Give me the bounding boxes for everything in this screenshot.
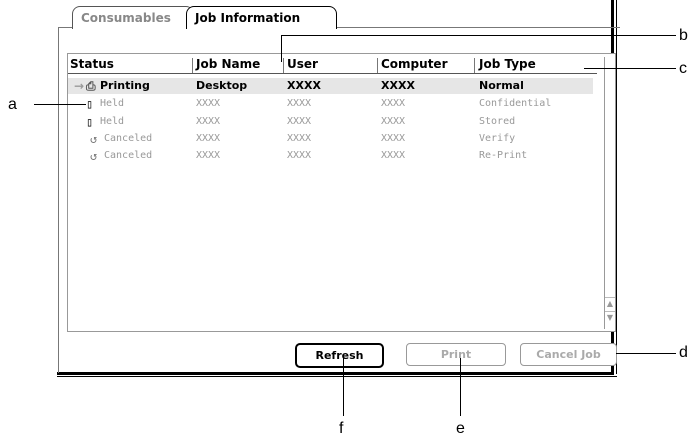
list-scrollbar[interactable]: ▲ ▼ <box>604 57 615 329</box>
column-header-job-type[interactable]: Job Type <box>479 56 536 73</box>
column-separator <box>283 58 284 73</box>
row-user: XXXX <box>287 98 312 109</box>
row-user: XXXX <box>287 150 312 161</box>
row-status: Canceled <box>104 133 153 144</box>
row-user: XXXX <box>287 79 321 92</box>
row-job-name: XXXX <box>196 98 221 109</box>
table-row[interactable]: ▯ Held XXXX XXXX XXXX Confidential <box>68 96 593 112</box>
row-computer: XXXX <box>381 98 406 109</box>
job-list[interactable] <box>67 53 616 332</box>
callout-label-d: d <box>679 344 688 361</box>
column-header-user[interactable]: User <box>287 56 318 73</box>
row-job-name: XXXX <box>196 116 221 127</box>
row-user: XXXX <box>287 116 312 127</box>
header-divider <box>68 73 597 74</box>
column-separator <box>377 58 378 73</box>
row-job-type: Re-Print <box>479 150 528 161</box>
callout-line-e <box>460 358 461 416</box>
callout-label-a: a <box>8 96 17 113</box>
row-job-type: Normal <box>479 79 524 92</box>
tab-job-information-label: Job Information <box>195 11 301 25</box>
row-computer: XXXX <box>381 133 406 144</box>
held-document-icon: ▯ <box>86 97 94 111</box>
tab-consumables-label: Consumables <box>81 11 171 25</box>
held-document-icon: ▯ <box>86 115 94 129</box>
column-separator <box>474 58 475 73</box>
window-frame-bottom-shadow <box>57 376 617 377</box>
cancel-job-button-label: Cancel Job <box>536 348 601 361</box>
scroll-down-icon[interactable]: ▼ <box>605 311 615 324</box>
callout-label-f: f <box>339 420 344 437</box>
row-status: Canceled <box>104 150 153 161</box>
printing-arrow-icon: → <box>74 79 85 93</box>
callout-line-b <box>281 35 676 36</box>
callout-line-a <box>34 104 86 105</box>
cancel-job-button[interactable]: Cancel Job <box>520 343 617 366</box>
table-row[interactable]: → ⎙ Printing Desktop XXXX XXXX Normal <box>68 78 593 94</box>
row-job-type: Verify <box>479 133 516 144</box>
refresh-button-label: Refresh <box>315 349 364 362</box>
column-separator <box>192 58 193 73</box>
row-status: Printing <box>100 79 150 92</box>
row-job-name: XXXX <box>196 150 221 161</box>
callout-line-f <box>343 358 344 416</box>
column-header-computer[interactable]: Computer <box>381 56 447 73</box>
row-computer: XXXX <box>381 150 406 161</box>
canceled-icon: ↺ <box>90 149 98 163</box>
refresh-button[interactable]: Refresh <box>295 343 384 368</box>
callout-label-c: c <box>679 60 687 77</box>
callout-label-b: b <box>679 27 688 44</box>
canceled-icon: ↺ <box>90 132 98 146</box>
table-row[interactable]: ▯ Held XXXX XXXX XXXX Stored <box>68 114 593 130</box>
print-button-label: Print <box>440 348 472 361</box>
row-job-name: XXXX <box>196 133 221 144</box>
job-list-header: Status Job Name User Computer Job Type <box>68 56 593 74</box>
printer-icon: ⎙ <box>86 79 96 93</box>
row-status: Held <box>100 98 125 109</box>
tab-job-information[interactable]: Job Information <box>186 6 337 29</box>
tab-consumables[interactable]: Consumables <box>72 6 194 29</box>
table-row[interactable]: ↺ Canceled XXXX XXXX XXXX Verify <box>68 131 593 147</box>
callout-label-e: e <box>456 420 465 437</box>
row-status: Held <box>100 116 125 127</box>
column-header-job-name[interactable]: Job Name <box>196 56 260 73</box>
scroll-up-icon[interactable]: ▲ <box>605 297 615 310</box>
callout-line-b-vertical <box>281 35 282 62</box>
callout-line-c <box>584 68 676 69</box>
row-job-type: Stored <box>479 116 516 127</box>
row-job-name: Desktop <box>196 79 248 92</box>
print-button[interactable]: Print <box>406 343 506 366</box>
callout-line-d <box>616 353 676 354</box>
table-row[interactable]: ↺ Canceled XXXX XXXX XXXX Re-Print <box>68 148 593 164</box>
row-job-type: Confidential <box>479 98 552 109</box>
row-user: XXXX <box>287 133 312 144</box>
row-computer: XXXX <box>381 116 406 127</box>
row-computer: XXXX <box>381 79 415 92</box>
column-header-status[interactable]: Status <box>70 56 114 73</box>
